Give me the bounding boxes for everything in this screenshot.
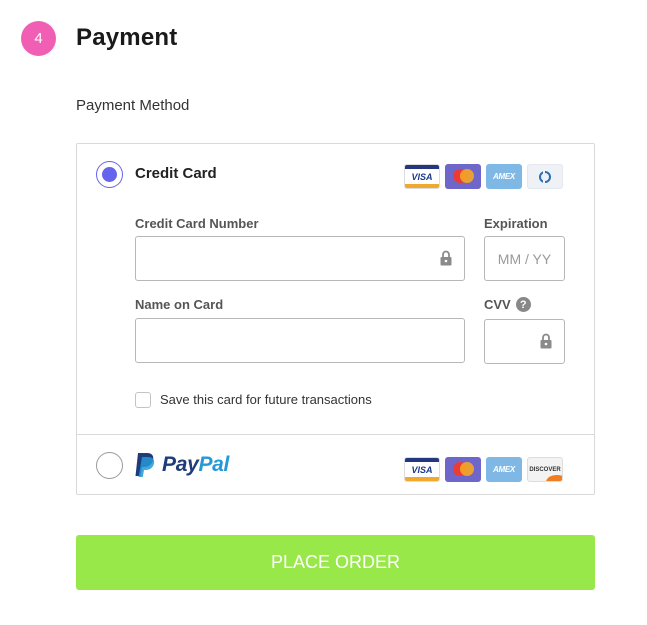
- discover-icon: DISCOVER: [527, 457, 563, 482]
- payment-method-box: Credit Card VISA AMEX Credit Card Number…: [76, 143, 595, 495]
- lock-icon: [440, 250, 452, 266]
- visa-icon: VISA: [404, 164, 440, 189]
- paypal-logo-pal: Pal: [198, 453, 230, 476]
- save-card-label[interactable]: Save this card for future transactions: [160, 392, 372, 407]
- visa-text: VISA: [411, 464, 433, 475]
- paypal-logo[interactable]: PayPal: [134, 452, 229, 478]
- step-number-badge: 4: [21, 21, 56, 56]
- credit-card-radio[interactable]: [96, 161, 123, 188]
- lock-icon: [540, 333, 552, 349]
- expiration-input[interactable]: [484, 236, 565, 281]
- paypal-icon: [135, 453, 155, 477]
- cvv-label-row: CVV ?: [484, 297, 531, 312]
- payment-method-label: Payment Method: [76, 97, 190, 114]
- name-on-card-input[interactable]: [135, 318, 465, 363]
- mastercard-icon: [445, 457, 481, 482]
- place-order-button[interactable]: PLACE ORDER: [76, 535, 595, 590]
- amex-text: AMEX: [493, 465, 515, 474]
- name-on-card-label: Name on Card: [135, 297, 224, 312]
- discover-text: DISCOVER: [529, 466, 561, 473]
- credit-card-label[interactable]: Credit Card: [135, 165, 217, 182]
- divider: [77, 434, 594, 435]
- cvv-input[interactable]: [484, 319, 565, 364]
- help-icon[interactable]: ?: [515, 297, 531, 312]
- page-title: Payment: [76, 24, 178, 51]
- save-card-checkbox[interactable]: [135, 392, 151, 408]
- credit-card-logos: VISA AMEX: [404, 164, 563, 189]
- paypal-logo-pay: Pay: [162, 453, 199, 476]
- visa-icon: VISA: [404, 457, 440, 482]
- mastercard-icon: [445, 164, 481, 189]
- paypal-radio[interactable]: [96, 452, 123, 479]
- amex-text: AMEX: [493, 172, 515, 181]
- paypal-card-logos: VISA AMEX DISCOVER: [404, 457, 563, 482]
- expiration-label: Expiration: [484, 216, 548, 231]
- card-number-label: Credit Card Number: [135, 216, 259, 231]
- diners-club-icon: [527, 164, 563, 189]
- card-number-input[interactable]: [135, 236, 465, 281]
- amex-icon: AMEX: [486, 164, 522, 189]
- cvv-label: CVV: [484, 297, 511, 312]
- visa-text: VISA: [411, 171, 433, 182]
- amex-icon: AMEX: [486, 457, 522, 482]
